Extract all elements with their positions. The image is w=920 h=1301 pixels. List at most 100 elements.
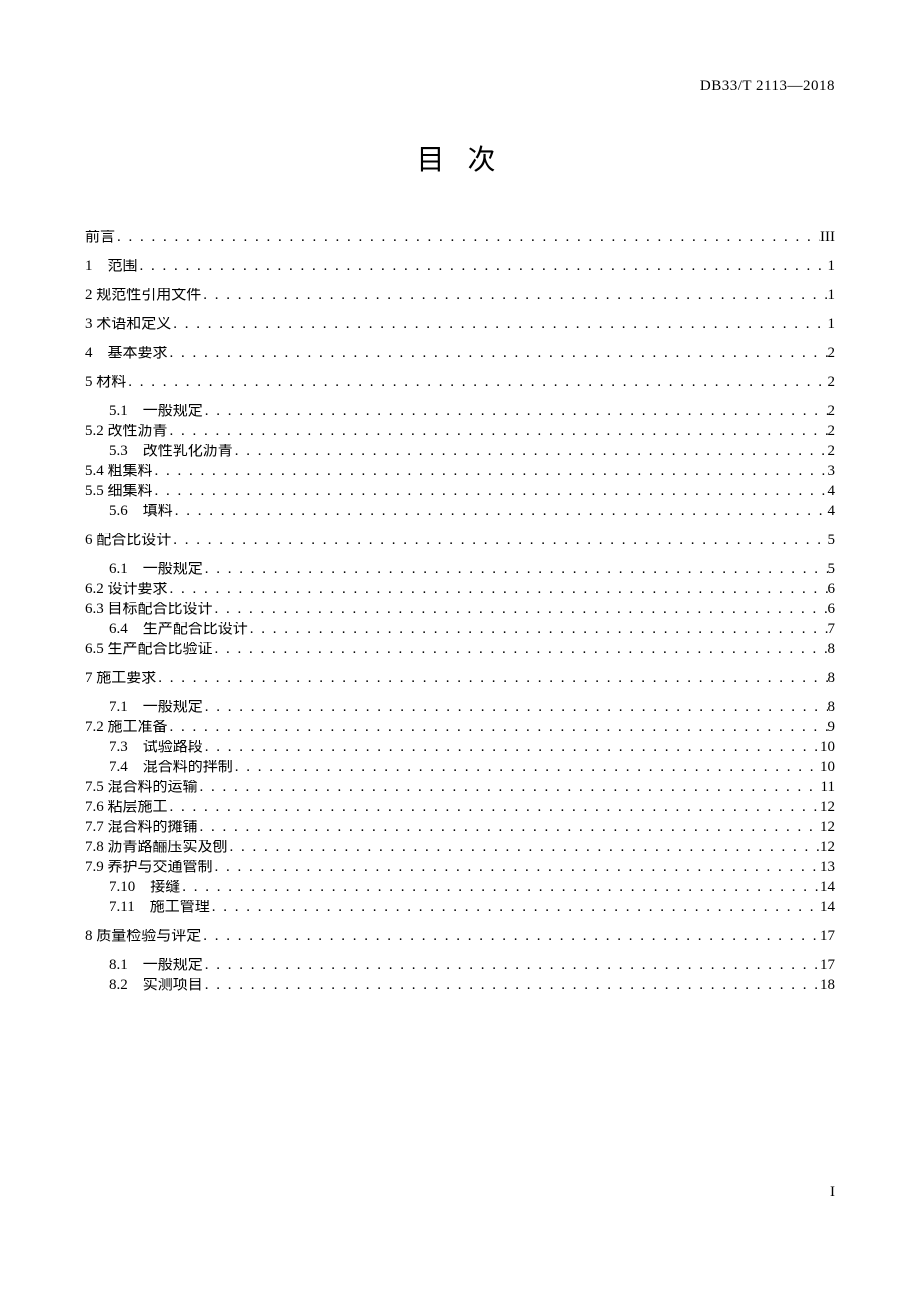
toc-leader-dots: [198, 780, 821, 795]
toc-leader-dots: [248, 622, 828, 637]
toc-entry-label: 5.1 一般规定: [109, 404, 203, 419]
toc-entry-label: 7.8 沥青路酾压实及刨: [85, 840, 228, 855]
toc-entry-page: 8: [828, 642, 836, 657]
toc-entry-page: 7: [828, 622, 836, 637]
toc-entry: 5.1 一般规定 2: [85, 404, 835, 419]
toc-entry-page: 12: [820, 820, 835, 835]
toc-entry: 7.6 粘层施工 12: [85, 800, 835, 815]
toc-leader-dots: [168, 720, 828, 735]
toc-entry-label: 7.1 一般规定: [109, 700, 203, 715]
toc-leader-dots: [115, 230, 820, 245]
toc-entry-label: 7.3 试验路段: [109, 740, 203, 755]
page-number: I: [830, 1184, 835, 1201]
page: DB33/T 2113—2018 目 次 前言III1 范围12 规范性引用文件…: [0, 0, 920, 1301]
toc-leader-dots: [228, 840, 820, 855]
toc-entry-page: 2: [828, 404, 836, 419]
toc-entry-label: 7.10 接缝: [109, 880, 180, 895]
toc-leader-dots: [213, 642, 828, 657]
toc-entry-page: 12: [820, 840, 835, 855]
toc-entry: 5.5 细集料 4: [85, 484, 835, 499]
toc-entry-page: 5: [828, 533, 836, 548]
toc-leader-dots: [153, 484, 828, 499]
toc-leader-dots: [213, 860, 820, 875]
toc-leader-dots: [203, 958, 820, 973]
toc-entry-page: 2: [828, 444, 836, 459]
toc-leader-dots: [203, 978, 820, 993]
toc-entry-label: 5.5 细集料: [85, 484, 153, 499]
toc-entry-label: 5.2 改性沥青: [85, 424, 168, 439]
toc-entry-page: 10: [820, 740, 835, 755]
toc-entry-label: 4 基本要求: [85, 346, 168, 361]
toc-leader-dots: [203, 562, 828, 577]
toc-entry: 4 基本要求2: [85, 346, 835, 361]
toc-entry-label: 5.6 填料: [109, 504, 173, 519]
toc-entry-label: 5.4 粗集料: [85, 464, 153, 479]
toc-leader-dots: [173, 504, 828, 519]
toc-leader-dots: [233, 444, 828, 459]
toc-entry-label: 6.5 生产配合比验证: [85, 642, 213, 657]
toc-entry: 6.2 设计要求6: [85, 582, 835, 597]
toc-group: 7.1 一般规定87.2 施工准备97.3 试验路段107.4 混合料的拌制10…: [85, 700, 835, 915]
toc-leader-dots: [203, 404, 828, 419]
toc-entry-page: 17: [820, 929, 835, 944]
toc-entry-label: 8.2 实测项目: [109, 978, 203, 993]
toc-group: 1 范围1: [85, 259, 835, 274]
toc-entry-label: 7.2 施工准备: [85, 720, 168, 735]
toc-entry: 7.3 试验路段 10: [85, 740, 835, 755]
toc-entry-label: 3 术语和定义: [85, 317, 171, 332]
toc-entry-page: 14: [820, 880, 835, 895]
toc-entry: 8.2 实测项目18: [85, 978, 835, 993]
toc-entry-label: 5.3 改性乳化沥青: [109, 444, 233, 459]
toc-leader-dots: [180, 880, 820, 895]
toc-entry: 5.4 粗集料3: [85, 464, 835, 479]
toc-entry: 7 施工要求8: [85, 671, 835, 686]
toc-entry-page: 4: [828, 484, 836, 499]
toc-group: 7 施工要求8: [85, 671, 835, 686]
toc-entry: 1 范围1: [85, 259, 835, 274]
toc-leader-dots: [203, 700, 828, 715]
toc-leader-dots: [171, 533, 827, 548]
toc-entry-label: 6 配合比设计: [85, 533, 171, 548]
toc-leader-dots: [198, 820, 820, 835]
toc-entry-page: III: [820, 230, 835, 245]
toc-entry-label: 2 规范性引用文件: [85, 288, 201, 303]
toc-entry-page: 4: [828, 504, 836, 519]
toc-group: 前言III: [85, 230, 835, 245]
toc-entry-page: 8: [828, 671, 836, 686]
toc-leader-dots: [210, 900, 820, 915]
toc-leader-dots: [126, 375, 827, 390]
toc-leader-dots: [156, 671, 827, 686]
toc-leader-dots: [203, 740, 820, 755]
toc-entry-label: 7.11 施工管理: [109, 900, 210, 915]
toc-leader-dots: [153, 464, 828, 479]
toc-entry-page: 12: [820, 800, 835, 815]
toc-entry-page: 13: [820, 860, 835, 875]
toc-entry: 5.3 改性乳化沥青 2: [85, 444, 835, 459]
toc-group: 2 规范性引用文件1: [85, 288, 835, 303]
toc-entry: 7.2 施工准备9: [85, 720, 835, 735]
toc-entry-label: 6.3 目标配合比设计: [85, 602, 213, 617]
toc-entry-label: 7.6 粘层施工: [85, 800, 168, 815]
page-title: 目 次: [85, 138, 835, 178]
toc-entry-label: 7.5 混合料的运输: [85, 780, 198, 795]
toc-entry: 5.2 改性沥青 2: [85, 424, 835, 439]
toc-leader-dots: [168, 346, 828, 361]
toc-entry: 6 配合比设计 5: [85, 533, 835, 548]
toc-entry-label: 8.1 一般规定: [109, 958, 203, 973]
toc-entry: 3 术语和定义1: [85, 317, 835, 332]
toc-entry-page: 2: [828, 424, 836, 439]
toc-entry-page: 1: [828, 259, 836, 274]
toc-entry: 8 质量检验与评定 17: [85, 929, 835, 944]
toc-entry-page: 10: [820, 760, 835, 775]
toc-entry: 7.7 混合料的摊铺 12: [85, 820, 835, 835]
table-of-contents: 前言III1 范围12 规范性引用文件13 术语和定义14 基本要求25 材料2…: [85, 230, 835, 993]
toc-entry-label: 6.4 生产配合比设计: [109, 622, 248, 637]
toc-entry: 7.1 一般规定 8: [85, 700, 835, 715]
toc-group: 8.1 一般规定178.2 实测项目18: [85, 958, 835, 993]
toc-entry-page: 8: [828, 700, 836, 715]
toc-group: 3 术语和定义1: [85, 317, 835, 332]
toc-group: 5 材料2: [85, 375, 835, 390]
toc-entry-label: 7.7 混合料的摊铺: [85, 820, 198, 835]
toc-entry-label: 8 质量检验与评定: [85, 929, 201, 944]
toc-leader-dots: [138, 259, 828, 274]
